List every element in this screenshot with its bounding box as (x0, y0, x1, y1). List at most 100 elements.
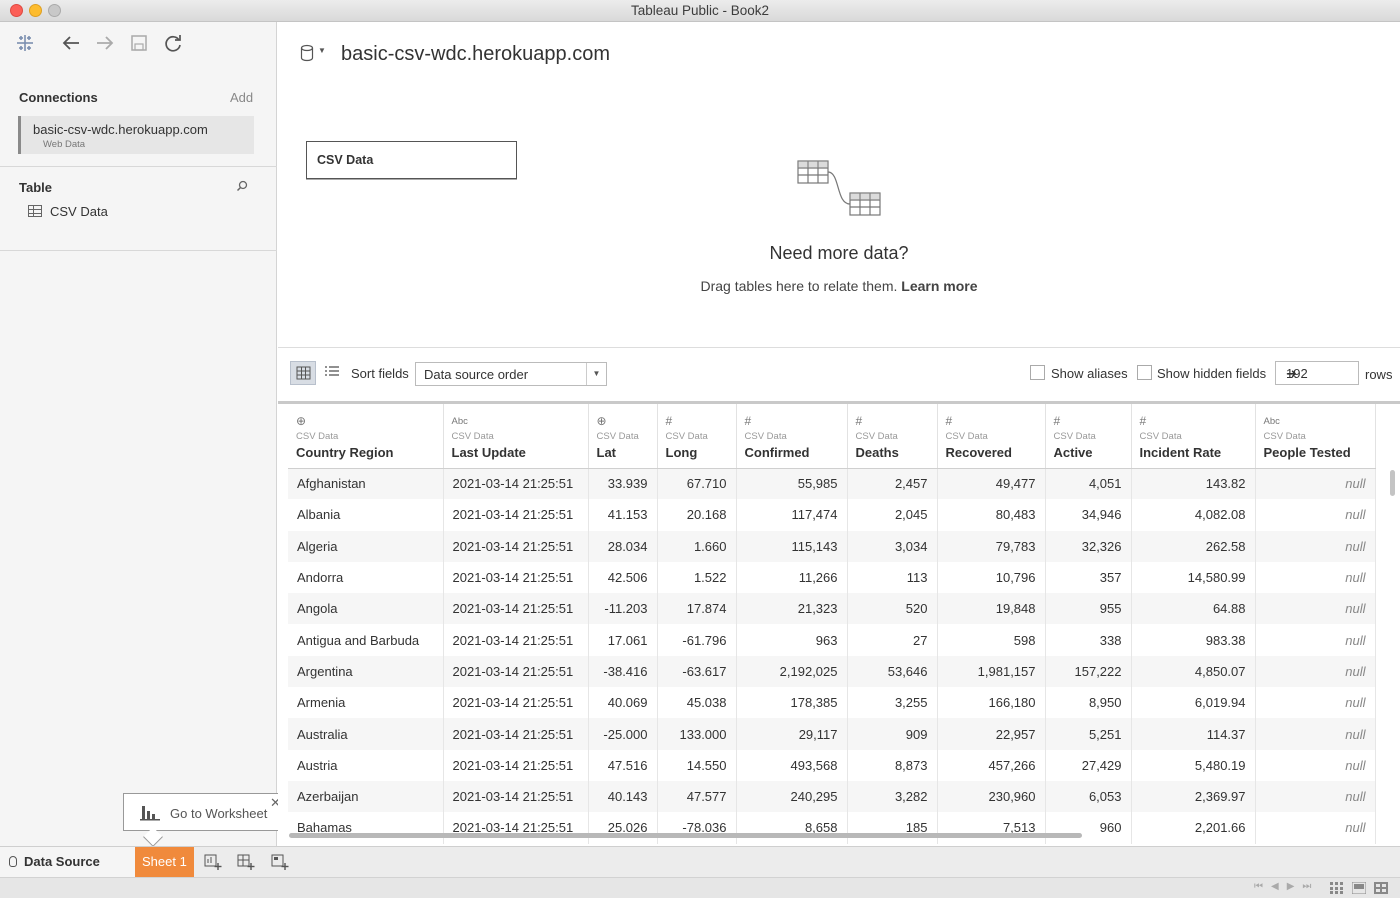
table-cell[interactable]: 55,985 (736, 468, 848, 500)
table-cell[interactable]: 2021-03-14 21:25:51 (443, 593, 589, 625)
number-icon[interactable]: # (1054, 414, 1123, 429)
table-cell[interactable]: null (1255, 468, 1376, 500)
table-cell[interactable]: -25.000 (588, 718, 658, 750)
table-cell[interactable]: 10,796 (937, 561, 1046, 594)
column-name[interactable]: Country Region (296, 445, 435, 460)
show-aliases-checkbox[interactable] (1030, 365, 1045, 380)
table-cell[interactable]: null (1255, 687, 1376, 719)
tab-sheet-1[interactable]: Sheet 1 (135, 847, 194, 877)
connection-item[interactable]: basic-csv-wdc.herokuapp.com Web Data (18, 116, 254, 154)
table-cell[interactable]: 178,385 (736, 687, 848, 719)
table-cell[interactable]: 955 (1045, 593, 1132, 625)
table-cell[interactable]: 2,457 (847, 468, 938, 500)
show-filmstrip-icon[interactable] (1330, 882, 1344, 894)
table-cell[interactable]: 114.37 (1131, 718, 1256, 750)
table-cell[interactable]: 520 (847, 593, 938, 625)
table-cell[interactable]: 262.58 (1131, 530, 1256, 562)
join-canvas[interactable]: ▼ basic-csv-wdc.herokuapp.com CSV Data N… (278, 22, 1400, 348)
column-name[interactable]: Lat (597, 445, 649, 460)
column-name[interactable]: Incident Rate (1140, 445, 1247, 460)
number-icon[interactable]: # (1140, 414, 1247, 429)
table-cell[interactable]: 2021-03-14 21:25:51 (443, 624, 589, 656)
column-header[interactable]: # CSV Data Long (657, 404, 737, 469)
table-cell[interactable]: 157,222 (1045, 655, 1132, 688)
table-cell[interactable]: null (1255, 812, 1376, 844)
table-cell[interactable]: 4,850.07 (1131, 655, 1256, 688)
table-cell[interactable]: -61.796 (657, 624, 737, 656)
sheet-navigation-arrows[interactable]: ⏮◀▶⏭ (1254, 881, 1319, 892)
table-cell[interactable]: 8,873 (847, 749, 938, 781)
table-cell[interactable]: 64.88 (1131, 593, 1256, 625)
table-cell[interactable]: 67.710 (657, 468, 737, 500)
canvas-table-csv-data[interactable]: CSV Data (306, 141, 517, 179)
table-cell[interactable]: 1.522 (657, 561, 737, 594)
column-name[interactable]: Last Update (452, 445, 580, 460)
data-grid[interactable]: ⊕ CSV Data Country Region Abc CSV Data Last U… (278, 401, 1400, 846)
table-cell[interactable]: null (1255, 655, 1376, 688)
column-header[interactable]: # CSV Data Deaths (847, 404, 938, 469)
table-cell[interactable]: 6,053 (1045, 780, 1132, 813)
table-cell[interactable]: 1.660 (657, 530, 737, 562)
table-cell[interactable]: 2021-03-14 21:25:51 (443, 530, 589, 562)
table-cell[interactable]: 909 (847, 718, 938, 750)
table-cell[interactable]: Albania (288, 499, 444, 531)
datasource-title[interactable]: basic-csv-wdc.herokuapp.com (341, 43, 610, 66)
table-cell[interactable]: 14.550 (657, 749, 737, 781)
table-cell[interactable]: Argentina (288, 655, 444, 688)
table-cell[interactable]: -63.617 (657, 655, 737, 688)
horizontal-scrollbar[interactable] (289, 833, 1082, 838)
string-icon[interactable]: Abc (452, 414, 580, 429)
table-cell[interactable]: 28.034 (588, 530, 658, 562)
column-header[interactable]: # CSV Data Incident Rate (1131, 404, 1256, 469)
table-cell[interactable]: -78.036 (657, 812, 737, 844)
new-dashboard-icon[interactable] (236, 853, 256, 871)
table-cell[interactable]: 20.168 (657, 499, 737, 531)
table-cell[interactable]: 27,429 (1045, 749, 1132, 781)
table-cell[interactable]: 25.026 (588, 812, 658, 844)
table-cell[interactable]: 960 (1045, 812, 1132, 844)
table-cell[interactable]: 17.061 (588, 624, 658, 656)
back-arrow-icon[interactable] (60, 32, 82, 54)
table-cell[interactable]: 19,848 (937, 593, 1046, 625)
table-cell[interactable]: null (1255, 749, 1376, 781)
table-cell[interactable]: -38.416 (588, 655, 658, 688)
learn-more-link[interactable]: Learn more (901, 278, 977, 294)
table-cell[interactable]: 240,295 (736, 780, 848, 813)
table-cell[interactable]: 230,960 (937, 780, 1046, 813)
table-cell[interactable]: Angola (288, 593, 444, 625)
table-cell[interactable]: 2021-03-14 21:25:51 (443, 687, 589, 719)
column-header[interactable]: # CSV Data Confirmed (736, 404, 848, 469)
new-worksheet-icon[interactable] (203, 853, 223, 871)
go-to-worksheet-tooltip[interactable]: Go to Worksheet ✕ (123, 793, 285, 847)
table-cell[interactable]: Australia (288, 718, 444, 750)
table-cell[interactable]: 40.069 (588, 687, 658, 719)
table-cell[interactable]: -11.203 (588, 593, 658, 625)
table-cell[interactable]: 338 (1045, 624, 1132, 656)
save-icon[interactable] (128, 32, 150, 54)
column-name[interactable]: Recovered (946, 445, 1037, 460)
table-cell[interactable]: Andorra (288, 561, 444, 594)
table-cell[interactable]: 27 (847, 624, 938, 656)
table-cell[interactable]: Antigua and Barbuda (288, 624, 444, 656)
table-cell[interactable]: 2,201.66 (1131, 812, 1256, 844)
show-hidden-fields-checkbox[interactable] (1137, 365, 1152, 380)
table-cell[interactable]: Afghanistan (288, 468, 444, 500)
table-cell[interactable]: 963 (736, 624, 848, 656)
table-cell[interactable]: 40.143 (588, 780, 658, 813)
table-cell[interactable]: 8,658 (736, 812, 848, 844)
table-cell[interactable]: 42.506 (588, 561, 658, 594)
number-icon[interactable]: # (745, 414, 839, 429)
column-name[interactable]: Deaths (856, 445, 929, 460)
table-cell[interactable]: 185 (847, 812, 938, 844)
table-cell[interactable]: 598 (937, 624, 1046, 656)
globe-icon[interactable]: ⊕ (597, 414, 649, 429)
table-cell[interactable]: 2021-03-14 21:25:51 (443, 468, 589, 500)
tableau-logo-icon[interactable] (14, 32, 36, 54)
table-cell[interactable]: 5,251 (1045, 718, 1132, 750)
sort-fields-select[interactable]: Data source order ▼ (415, 362, 607, 386)
column-header[interactable]: # CSV Data Active (1045, 404, 1132, 469)
table-cell[interactable]: 21,323 (736, 593, 848, 625)
table-cell[interactable]: 8,950 (1045, 687, 1132, 719)
column-header[interactable]: # CSV Data Recovered (937, 404, 1046, 469)
column-name[interactable]: Confirmed (745, 445, 839, 460)
